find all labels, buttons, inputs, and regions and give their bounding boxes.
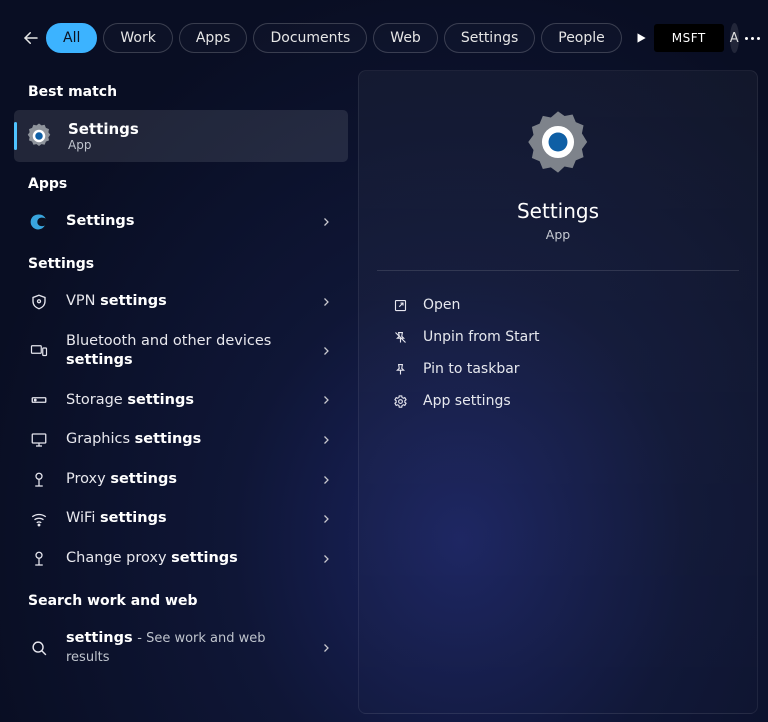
action-open[interactable]: Open xyxy=(385,289,731,321)
filter-tab-people[interactable]: People xyxy=(541,23,622,53)
action-pin-taskbar[interactable]: Pin to taskbar xyxy=(385,353,731,385)
edge-icon xyxy=(28,212,50,232)
section-heading-best-match: Best match xyxy=(14,70,358,110)
result-label: VPN settings xyxy=(66,292,304,312)
settings-result-wifi[interactable]: WiFi settings xyxy=(14,499,348,539)
action-label: App settings xyxy=(423,393,511,409)
best-match-title: Settings xyxy=(68,120,139,138)
result-label: Storage settings xyxy=(66,391,304,411)
chevron-right-icon xyxy=(320,394,332,406)
result-label: Change proxy settings xyxy=(66,549,304,569)
msft-badge[interactable]: MSFT xyxy=(654,24,724,52)
pin-icon xyxy=(391,362,409,377)
storage-icon xyxy=(28,391,50,409)
unpin-icon xyxy=(391,330,409,345)
action-app-settings[interactable]: App settings xyxy=(385,385,731,417)
proxy-icon xyxy=(28,550,50,568)
play-button[interactable] xyxy=(634,21,648,55)
filter-tab-all[interactable]: All xyxy=(46,23,97,53)
open-icon xyxy=(391,298,409,313)
filter-tab-settings[interactable]: Settings xyxy=(444,23,535,53)
play-icon xyxy=(634,31,648,45)
more-icon xyxy=(745,37,760,40)
preview-title: Settings xyxy=(517,199,599,223)
chevron-right-icon xyxy=(320,474,332,486)
best-match-result[interactable]: Settings App xyxy=(14,110,348,162)
result-label: settings - See work and web results xyxy=(66,629,304,668)
result-label: Proxy settings xyxy=(66,470,304,490)
best-match-subtitle: App xyxy=(68,138,139,152)
settings-result-proxy[interactable]: Proxy settings xyxy=(14,460,348,500)
settings-result-graphics[interactable]: Graphics settings xyxy=(14,420,348,460)
action-label: Pin to taskbar xyxy=(423,361,520,377)
results-column: Best match Settings App Apps Settings xyxy=(0,70,358,722)
settings-result-bluetooth[interactable]: Bluetooth and other devices settings xyxy=(14,322,348,381)
user-avatar[interactable]: A xyxy=(730,23,739,53)
section-heading-apps: Apps xyxy=(14,162,358,202)
chevron-right-icon xyxy=(320,553,332,565)
divider xyxy=(377,270,739,271)
shield-icon xyxy=(28,293,50,311)
apps-result[interactable]: Settings xyxy=(14,202,348,242)
filter-tab-web[interactable]: Web xyxy=(373,23,438,53)
chevron-right-icon xyxy=(320,434,332,446)
header-bar: All Work Apps Documents Web Settings Peo… xyxy=(0,0,768,70)
search-icon xyxy=(28,640,50,657)
filter-tab-work[interactable]: Work xyxy=(103,23,172,53)
chevron-right-icon xyxy=(320,345,332,357)
action-label: Unpin from Start xyxy=(423,329,539,345)
result-label: Graphics settings xyxy=(66,430,304,450)
result-label: Bluetooth and other devices settings xyxy=(66,332,304,371)
gear-icon xyxy=(391,394,409,409)
result-label: Settings xyxy=(66,212,304,232)
settings-result-vpn[interactable]: VPN settings xyxy=(14,282,348,322)
filter-tabs: All Work Apps Documents Web Settings Peo… xyxy=(46,23,622,53)
settings-result-storage[interactable]: Storage settings xyxy=(14,381,348,421)
more-button[interactable] xyxy=(745,21,760,55)
section-heading-web: Search work and web xyxy=(14,579,358,619)
settings-result-change-proxy[interactable]: Change proxy settings xyxy=(14,539,348,579)
chevron-right-icon xyxy=(320,642,332,654)
action-label: Open xyxy=(423,297,460,313)
action-unpin[interactable]: Unpin from Start xyxy=(385,321,731,353)
chevron-right-icon xyxy=(320,296,332,308)
web-result[interactable]: settings - See work and web results xyxy=(14,619,348,678)
gear-icon xyxy=(523,107,593,177)
filter-tab-documents[interactable]: Documents xyxy=(253,23,367,53)
preview-subtitle: App xyxy=(546,227,570,242)
devices-icon xyxy=(28,342,50,360)
monitor-icon xyxy=(28,431,50,449)
chevron-right-icon xyxy=(320,216,332,228)
wifi-icon xyxy=(28,510,50,528)
back-button[interactable] xyxy=(22,20,40,56)
arrow-left-icon xyxy=(22,29,40,47)
result-label: WiFi settings xyxy=(66,509,304,529)
proxy-icon xyxy=(28,471,50,489)
filter-tab-apps[interactable]: Apps xyxy=(179,23,248,53)
preview-panel: Settings App Open Unpin from Start Pin xyxy=(358,70,758,714)
gear-icon xyxy=(24,121,54,151)
section-heading-settings: Settings xyxy=(14,242,358,282)
chevron-right-icon xyxy=(320,513,332,525)
